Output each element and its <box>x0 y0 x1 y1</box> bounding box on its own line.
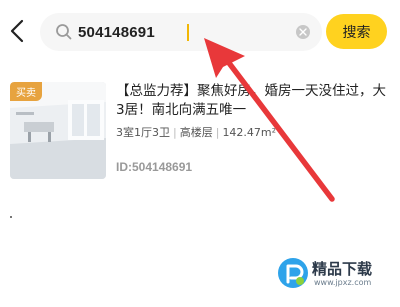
listing-id: ID:504148691 <box>116 160 193 174</box>
top-bar: 搜索 <box>0 0 400 62</box>
clear-search-button[interactable] <box>296 25 310 39</box>
listing-photo: 买卖 <box>10 82 106 179</box>
search-icon <box>56 24 72 40</box>
listing-specs: 3室1厅3卫 | 高楼层 | 142.47m² <box>116 126 277 139</box>
back-button[interactable] <box>6 17 28 45</box>
watermark-url: www.jpxz.com <box>314 278 372 287</box>
floor-level: 高楼层 <box>179 126 213 139</box>
listing-title: 【总监力荐】聚焦好房，婚房一天没住过，大3居！南北向满五唯一 <box>116 83 386 118</box>
search-input[interactable] <box>78 13 278 51</box>
search-box[interactable] <box>40 13 322 51</box>
search-button[interactable]: 搜索 <box>326 14 387 49</box>
watermark: 精品下载 www.jpxz.com <box>278 256 396 302</box>
listing-type-badge: 买卖 <box>10 82 42 101</box>
room-layout: 3室1厅3卫 <box>116 126 170 139</box>
divider-dot <box>10 216 12 218</box>
close-icon <box>299 28 307 36</box>
brand-logo-icon <box>278 258 308 288</box>
watermark-brand: 精品下载 <box>312 260 373 278</box>
text-cursor <box>187 24 189 41</box>
chevron-left-icon <box>10 19 24 43</box>
listing-card[interactable]: 买卖 【总监力荐】聚焦好房，婚房一天没住过，大3居！南北向满五唯一 3室1厅3卫… <box>10 82 390 182</box>
area: 142.47m² <box>222 126 277 139</box>
